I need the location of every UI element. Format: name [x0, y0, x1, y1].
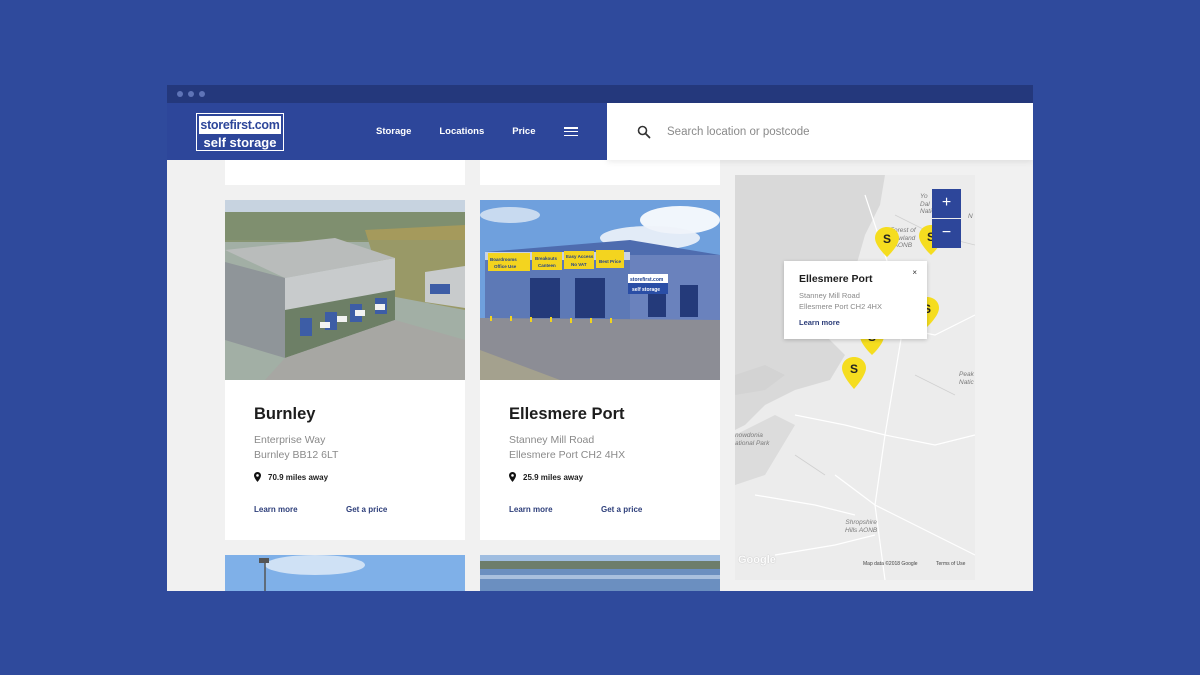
map-label-text: nowdonia ational Park	[735, 432, 770, 447]
search-input[interactable]	[667, 125, 967, 138]
map-label-text: Shropshire Hills AONB	[845, 519, 878, 534]
search-icon[interactable]	[637, 125, 651, 139]
map-label: Peak Natic	[959, 371, 974, 386]
map-label: N	[968, 213, 973, 221]
logo-top-text: storefirst.com	[199, 116, 281, 134]
distance: 25.9 miles away	[509, 472, 720, 482]
sign-text: No VAT	[571, 262, 587, 267]
browser-window: storefirst.com self storage Storage Loca…	[167, 85, 1033, 591]
card-actions: Learn more Get a price	[509, 505, 720, 514]
sign-text: Boardrooms	[490, 257, 517, 262]
location-name: Burnley	[254, 405, 316, 423]
sign-text: Canteen	[538, 263, 556, 268]
close-icon[interactable]: ×	[912, 268, 917, 277]
card-partial	[225, 160, 465, 185]
address-line-2: Ellesmere Port CH2 4HX	[509, 448, 626, 461]
zoom-out-button[interactable]: −	[932, 219, 961, 248]
window-dot[interactable]	[177, 91, 183, 97]
site-logo[interactable]: storefirst.com self storage	[196, 113, 284, 151]
zoom-controls: + −	[932, 189, 961, 248]
storage-pin-icon[interactable]: S	[842, 357, 866, 389]
location-photo: Boardrooms Office Use Breakouts Canteen …	[480, 200, 720, 380]
nav-locations[interactable]: Locations	[439, 126, 484, 137]
address-line-1: Stanney Mill Road	[509, 434, 595, 446]
popup-title: Ellesmere Port	[799, 273, 873, 285]
google-logo[interactable]: Google	[738, 554, 776, 566]
card-partial	[480, 160, 720, 185]
popup-address-line-1: Stanney Mill Road	[799, 291, 860, 300]
sign-text: Breakouts	[535, 256, 558, 261]
location-pin-icon	[509, 472, 516, 482]
map-attribution: Map data ©2018 Google	[863, 561, 918, 567]
window-dot[interactable]	[199, 91, 205, 97]
main-nav: Storage Locations Price	[376, 103, 578, 160]
location-pin-icon	[254, 472, 261, 482]
location-address: Enterprise Way Burnley BB12 6LT	[254, 433, 465, 462]
map-label: Shropshire Hills AONB	[845, 519, 877, 534]
learn-more-link[interactable]: Learn more	[509, 505, 601, 514]
window-dot[interactable]	[188, 91, 194, 97]
popup-learn-more-link[interactable]: Learn more	[799, 318, 927, 327]
menu-icon[interactable]	[563, 127, 578, 136]
get-price-link[interactable]: Get a price	[346, 505, 387, 514]
map-panel[interactable]: Yo Dal Natio N Forest of Bowland AONB Pe…	[735, 175, 975, 580]
location-name: Ellesmere Port	[509, 405, 625, 423]
map-label-text: N	[968, 213, 973, 220]
nav-storage[interactable]: Storage	[376, 126, 411, 137]
sign-text: storefirst.com	[630, 277, 664, 283]
map-label: nowdonia ational Park	[735, 432, 769, 447]
pin-letter: S	[883, 232, 891, 246]
location-card-partial[interactable]	[225, 555, 465, 591]
location-address: Stanney Mill Road Ellesmere Port CH2 4HX	[509, 433, 720, 462]
card-actions: Learn more Get a price	[254, 505, 465, 514]
sign-text: Best Price	[599, 259, 622, 264]
location-card-partial[interactable]	[480, 555, 720, 591]
sign-text: Easy Access	[566, 254, 594, 259]
nav-price[interactable]: Price	[512, 126, 535, 137]
search-bar	[607, 103, 1033, 160]
learn-more-link[interactable]: Learn more	[254, 505, 346, 514]
window-titlebar	[167, 85, 1033, 103]
results-area: Burnley Enterprise Way Burnley BB12 6LT …	[167, 160, 1033, 591]
map-popup: × Ellesmere Port Stanney Mill Road Elles…	[784, 261, 927, 339]
popup-address: Stanney Mill Road Ellesmere Port CH2 4HX	[799, 291, 927, 312]
popup-address-line-2: Ellesmere Port CH2 4HX	[799, 301, 882, 311]
terms-link[interactable]: Terms of Use	[936, 561, 965, 567]
map-label-text: Peak Natic	[959, 371, 974, 386]
logo-bottom-text: self storage	[203, 135, 277, 150]
location-photo	[225, 200, 465, 380]
storage-pin-icon[interactable]: S	[875, 227, 899, 257]
get-price-link[interactable]: Get a price	[601, 505, 642, 514]
distance-text: 70.9 miles away	[268, 472, 329, 482]
site-header: storefirst.com self storage Storage Loca…	[167, 103, 1033, 160]
zoom-in-button[interactable]: +	[932, 189, 961, 218]
distance-text: 25.9 miles away	[523, 472, 584, 482]
location-card-ellesmere-port[interactable]: Boardrooms Office Use Breakouts Canteen …	[480, 200, 720, 540]
address-line-2: Burnley BB12 6LT	[254, 448, 339, 461]
location-card-burnley[interactable]: Burnley Enterprise Way Burnley BB12 6LT …	[225, 200, 465, 540]
address-line-1: Enterprise Way	[254, 434, 326, 446]
sign-text: Office Use	[494, 264, 517, 269]
header-nav-bar: storefirst.com self storage Storage Loca…	[167, 103, 607, 160]
sign-text: self storage	[632, 287, 660, 293]
pin-letter: S	[850, 362, 858, 376]
distance: 70.9 miles away	[254, 472, 465, 482]
